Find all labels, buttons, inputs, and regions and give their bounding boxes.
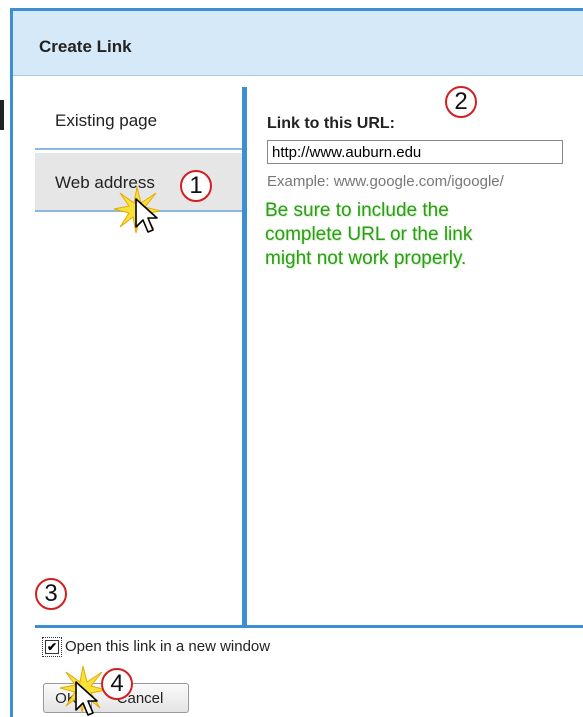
step-marker-1: 1 — [180, 170, 212, 202]
sidebar-item-label: Existing page — [55, 111, 158, 130]
step-marker-4: 4 — [101, 668, 133, 700]
step-marker-3: 3 — [35, 578, 67, 610]
step-marker-2: 2 — [445, 86, 477, 118]
new-window-option[interactable]: ✔ Open this link in a new window — [42, 636, 271, 657]
dialog-title: Create Link — [39, 37, 132, 56]
url-input[interactable] — [267, 140, 563, 164]
new-window-checkbox[interactable]: ✔ — [42, 636, 62, 657]
url-label: Link to this URL: — [267, 115, 395, 132]
sidebar-item-label: Web address — [55, 173, 155, 192]
example-hint: Example: www.google.com/igoogle/ — [267, 173, 504, 190]
annotation-note: Be sure to include the complete URL or t… — [265, 200, 473, 269]
ok-button[interactable]: OK — [43, 683, 89, 713]
sidebar-item-existing-page[interactable]: Existing page — [35, 91, 242, 150]
create-link-dialog: Create Link Existing page Web address Li… — [10, 8, 583, 717]
window-edge — [0, 100, 4, 130]
link-type-sidebar: Existing page Web address — [35, 87, 242, 625]
web-address-panel: Link to this URL: Example: www.google.co… — [247, 87, 583, 625]
new-window-label: Open this link in a new window — [65, 638, 271, 655]
dialog-titlebar: Create Link — [13, 11, 583, 76]
